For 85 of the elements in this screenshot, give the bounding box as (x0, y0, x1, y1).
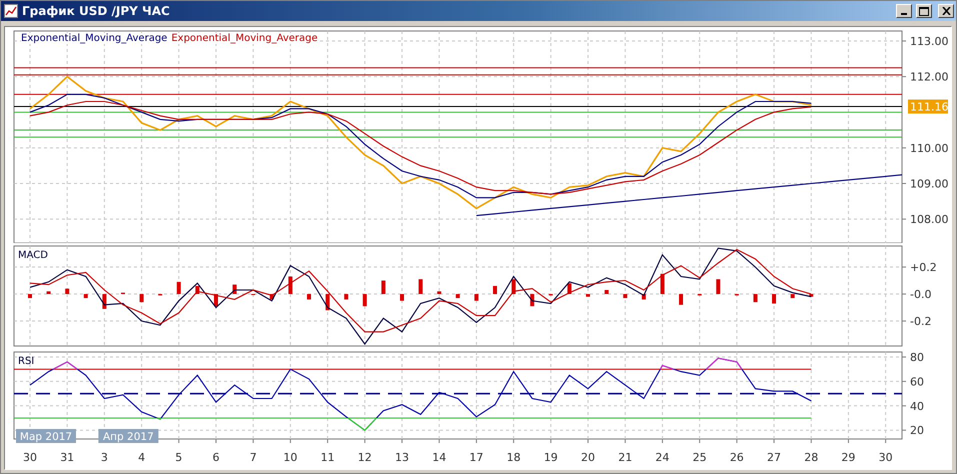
axis-label: -0.0 (910, 288, 932, 302)
histogram-bar (456, 294, 460, 298)
histogram-bar (623, 294, 628, 298)
axis-label: -0.2 (910, 315, 932, 328)
histogram-bar (493, 286, 498, 294)
pane-title: RSI (18, 356, 34, 367)
axis-label: 29 (841, 451, 856, 464)
histogram-bar (381, 280, 386, 294)
histogram-bar (140, 294, 144, 302)
axis-label: 5 (175, 451, 182, 464)
axis-label: 28 (804, 451, 818, 464)
axis-label: 110.00 (910, 142, 948, 155)
axis-label: 60 (910, 375, 924, 388)
month-tag: Мар 2017 (16, 429, 76, 443)
chart-icon (4, 4, 18, 18)
histogram-bar (214, 294, 218, 306)
histogram-bar (790, 294, 795, 298)
axis-label: 109.00 (910, 178, 948, 190)
histogram-bar (362, 294, 367, 306)
axis-label: 14 (432, 451, 446, 464)
histogram-bar (530, 294, 534, 306)
maximize-icon[interactable] (916, 4, 932, 18)
pane-title: MACD (18, 250, 48, 261)
histogram-bar (46, 291, 51, 294)
histogram-bar (28, 294, 32, 298)
minimize-icon[interactable] (896, 4, 912, 18)
axis-label: 27 (767, 451, 782, 464)
histogram-bar (586, 294, 590, 297)
axis-label: 11 (320, 451, 335, 464)
histogram-bar (512, 279, 516, 294)
histogram-bar (400, 294, 404, 301)
axis-label: 25 (692, 451, 707, 464)
axis-label: 10 (283, 451, 298, 464)
histogram-bar (753, 294, 758, 302)
histogram-bar (642, 294, 646, 300)
legend-label: Exponential_Moving_Average (171, 33, 318, 44)
histogram-bar (679, 294, 684, 305)
axis-label: 113.00 (910, 34, 948, 48)
close-icon[interactable] (938, 4, 954, 18)
axis-label: 7 (250, 451, 257, 464)
month-tag: Апр 2017 (98, 429, 158, 443)
axis-label: 26 (730, 451, 744, 464)
axis-label: 12 (358, 451, 372, 464)
histogram-bar (660, 274, 664, 294)
axis-label: 31 (60, 451, 74, 464)
histogram-bar (809, 294, 814, 297)
axis-label: 3 (100, 451, 108, 464)
histogram-bar (307, 294, 311, 300)
axis-label: 20 (910, 424, 924, 438)
histogram-bar (288, 276, 292, 294)
axis-label: 19 (544, 451, 558, 464)
window-title: График USD /JPY ЧАС (22, 4, 171, 18)
histogram-bar (567, 283, 572, 294)
histogram-bar (437, 291, 442, 294)
axis-label: 13 (395, 451, 409, 464)
axis-label: 30 (878, 451, 893, 464)
axis-label: 21 (618, 451, 632, 464)
histogram-bar (102, 294, 106, 309)
axis-label: 6 (212, 451, 220, 464)
histogram-bar (65, 288, 70, 294)
histogram-bar (474, 294, 478, 301)
histogram-bar (232, 284, 237, 294)
histogram-bar (716, 279, 720, 294)
axis-label: 40 (910, 400, 924, 413)
histogram-bar (604, 290, 609, 294)
histogram-bar (418, 279, 423, 294)
histogram-bar (270, 294, 274, 300)
histogram-bar (195, 286, 200, 294)
axis-label: 24 (655, 451, 670, 464)
axis-label: 112.00 (910, 70, 948, 84)
legend-label: Exponential_Moving_Average (21, 33, 168, 44)
histogram-bar (84, 294, 88, 298)
axis-label: 30 (23, 451, 37, 464)
axis-label: 17 (469, 451, 484, 464)
axis-label: +0.2 (910, 261, 937, 274)
axis-label: 4 (138, 451, 146, 464)
histogram-bar (326, 294, 330, 310)
axis-label: 108.00 (910, 213, 948, 226)
histogram-bar (176, 282, 181, 294)
price-tag: 111.16 (908, 100, 948, 114)
axis-label: 18 (506, 451, 521, 464)
histogram-bar (344, 294, 348, 300)
axis-label: 80 (910, 351, 924, 364)
histogram-bar (772, 294, 776, 304)
axis-label: 20 (581, 451, 596, 464)
